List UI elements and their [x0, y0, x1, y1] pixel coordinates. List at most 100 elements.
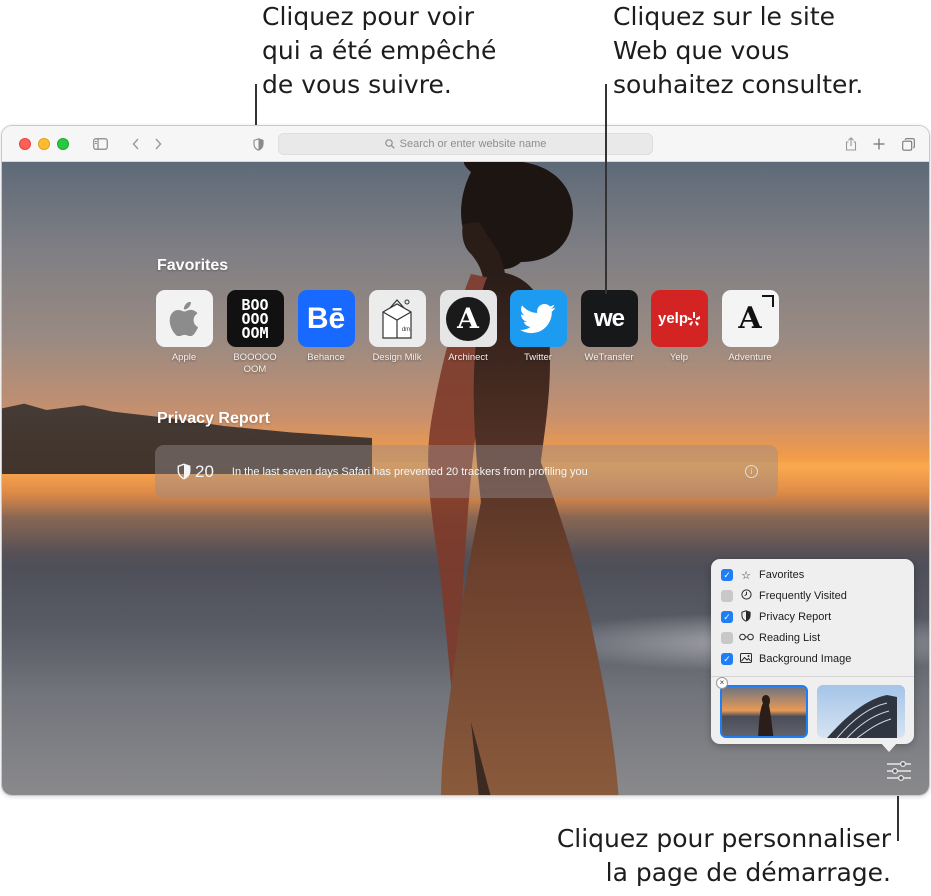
- callout-line-text: souhaitez consulter.: [613, 70, 864, 99]
- favorite-label: Behance: [307, 352, 345, 363]
- start-page: Favorites Apple BOO OOO OOM BOOOOOOOM Bē…: [2, 162, 929, 795]
- privacy-report-card[interactable]: 20 In the last seven days Safari has pre…: [155, 445, 778, 498]
- favorite-tile: [509, 290, 567, 347]
- checkbox-checked[interactable]: ✓: [721, 611, 733, 623]
- tab-overview-button[interactable]: [898, 134, 918, 154]
- favorite-label: WeTransfer: [584, 352, 634, 363]
- option-background-image[interactable]: ✓ Background Image: [721, 650, 851, 668]
- booooom-logo-text: BOO OOO OOM: [241, 295, 269, 342]
- favorite-label: Yelp: [669, 352, 689, 363]
- option-reading-list[interactable]: Reading List: [721, 629, 820, 647]
- behance-logo-text: Bē: [306, 301, 346, 335]
- favorite-tile: A: [439, 290, 497, 347]
- background-thumbnail-architecture[interactable]: [817, 685, 905, 738]
- favorite-label: Adventure: [728, 352, 772, 363]
- checkbox-checked[interactable]: ✓: [721, 569, 733, 581]
- favorite-tile: A: [721, 290, 779, 347]
- customize-start-page-panel: ✓ ☆ Favorites Frequently Visited ✓ Priva…: [711, 559, 914, 744]
- favorite-tile: [155, 290, 213, 347]
- adventure-corner-mark: [761, 295, 774, 307]
- info-icon[interactable]: i: [745, 465, 758, 478]
- favorite-behance[interactable]: Bē Behance: [291, 290, 361, 364]
- glasses-icon: [739, 632, 754, 644]
- favorite-label: Apple: [171, 352, 197, 363]
- yelp-burst-icon: [688, 311, 700, 326]
- favorite-yelp[interactable]: yelp Yelp: [644, 290, 714, 364]
- option-label: Frequently Visited: [759, 590, 847, 602]
- design-milk-logo-text: dm: [401, 326, 411, 333]
- privacy-tracker-count: 20: [177, 462, 214, 482]
- address-placeholder: Search or enter website name: [399, 138, 547, 150]
- favorite-label: BOOOOOOOM: [233, 352, 277, 375]
- remove-background-button[interactable]: ×: [716, 677, 728, 689]
- privacy-report-message: In the last seven days Safari has preven…: [231, 465, 588, 478]
- info-icon-glyph: i: [750, 467, 753, 476]
- favorites-title: Favorites: [157, 257, 229, 274]
- favorite-label: Archinect: [448, 352, 488, 363]
- favorite-tile: we: [580, 290, 638, 347]
- apple-logo-icon: [169, 301, 198, 336]
- panel-divider: [711, 676, 914, 677]
- favorite-tile: BOO OOO OOM: [226, 290, 284, 347]
- callout-line-text: qui a été empêché: [262, 36, 497, 65]
- archinect-logo-text: A: [457, 302, 479, 335]
- panel-pointer: [880, 742, 898, 752]
- option-frequently-visited[interactable]: Frequently Visited: [721, 587, 847, 605]
- twitter-bird-icon: [520, 303, 556, 333]
- option-privacy-report[interactable]: ✓ Privacy Report: [721, 608, 831, 626]
- chevron-right-icon: [155, 138, 162, 150]
- checkbox-checked[interactable]: ✓: [721, 653, 733, 665]
- image-icon: [739, 652, 753, 666]
- milk-carton-icon: [382, 298, 412, 339]
- clock-icon: [739, 589, 753, 603]
- favorite-twitter[interactable]: Twitter: [503, 290, 573, 364]
- address-bar[interactable]: Search or enter website name: [278, 133, 653, 155]
- favorite-tile: yelp: [650, 290, 708, 347]
- sidebar-icon: [92, 138, 108, 150]
- checkbox-unchecked[interactable]: [721, 632, 733, 644]
- minimize-window-button[interactable]: [38, 138, 50, 150]
- new-tab-button[interactable]: [869, 134, 889, 154]
- favorite-archinect[interactable]: A Archinect: [433, 290, 503, 364]
- favorite-adventure[interactable]: A Adventure: [715, 290, 785, 364]
- toolbar: Search or enter website name: [2, 126, 929, 162]
- shield-icon: [252, 137, 264, 151]
- option-favorites[interactable]: ✓ ☆ Favorites: [721, 566, 804, 584]
- star-icon: ☆: [741, 569, 751, 582]
- checkbox-unchecked[interactable]: [721, 590, 733, 602]
- privacy-report-title: Privacy Report: [157, 410, 270, 427]
- chevron-left-icon: [132, 138, 139, 150]
- favorite-booooom[interactable]: BOO OOO OOM BOOOOOOOM: [220, 290, 290, 376]
- callout-privacy-report: Cliquez pour voir qui a été empêché de v…: [262, 0, 562, 102]
- archinect-logo-icon: A: [446, 296, 490, 341]
- callout-pointer-left: [255, 84, 257, 130]
- privacy-count-value: 20: [195, 461, 214, 481]
- forward-button[interactable]: [148, 134, 168, 154]
- share-icon: [845, 137, 857, 151]
- callout-line-text: la page de démarrage.: [605, 858, 891, 887]
- plus-icon: [873, 138, 885, 150]
- callout-customize: Cliquez pour personnaliser la page de dé…: [471, 822, 891, 890]
- favorite-apple[interactable]: Apple: [149, 290, 219, 364]
- shield-icon: [177, 463, 191, 480]
- privacy-report-button[interactable]: [248, 134, 268, 154]
- tabs-icon: [901, 137, 915, 151]
- customize-start-page-button[interactable]: [886, 760, 912, 782]
- close-window-button[interactable]: [19, 138, 31, 150]
- callout-line-text: Web que vous: [613, 36, 790, 65]
- favorite-design-milk[interactable]: dm Design Milk: [362, 290, 432, 364]
- yelp-logo-text: yelp: [657, 310, 688, 327]
- favorite-label: Design Milk: [372, 352, 422, 363]
- option-label: Privacy Report: [759, 611, 832, 623]
- favorite-wetransfer[interactable]: we WeTransfer: [574, 290, 644, 364]
- sidebar-toggle-button[interactable]: [90, 134, 110, 154]
- zoom-window-button[interactable]: [57, 138, 69, 150]
- share-button[interactable]: [841, 134, 861, 154]
- callout-line-text: Cliquez sur le site: [613, 2, 836, 31]
- adventure-logo-text: A: [738, 301, 762, 336]
- favorite-label: Twitter: [524, 352, 552, 363]
- background-thumbnail-selected[interactable]: [720, 685, 808, 738]
- callout-pointer-right: [605, 84, 607, 294]
- back-button[interactable]: [126, 134, 146, 154]
- search-icon: [384, 139, 395, 149]
